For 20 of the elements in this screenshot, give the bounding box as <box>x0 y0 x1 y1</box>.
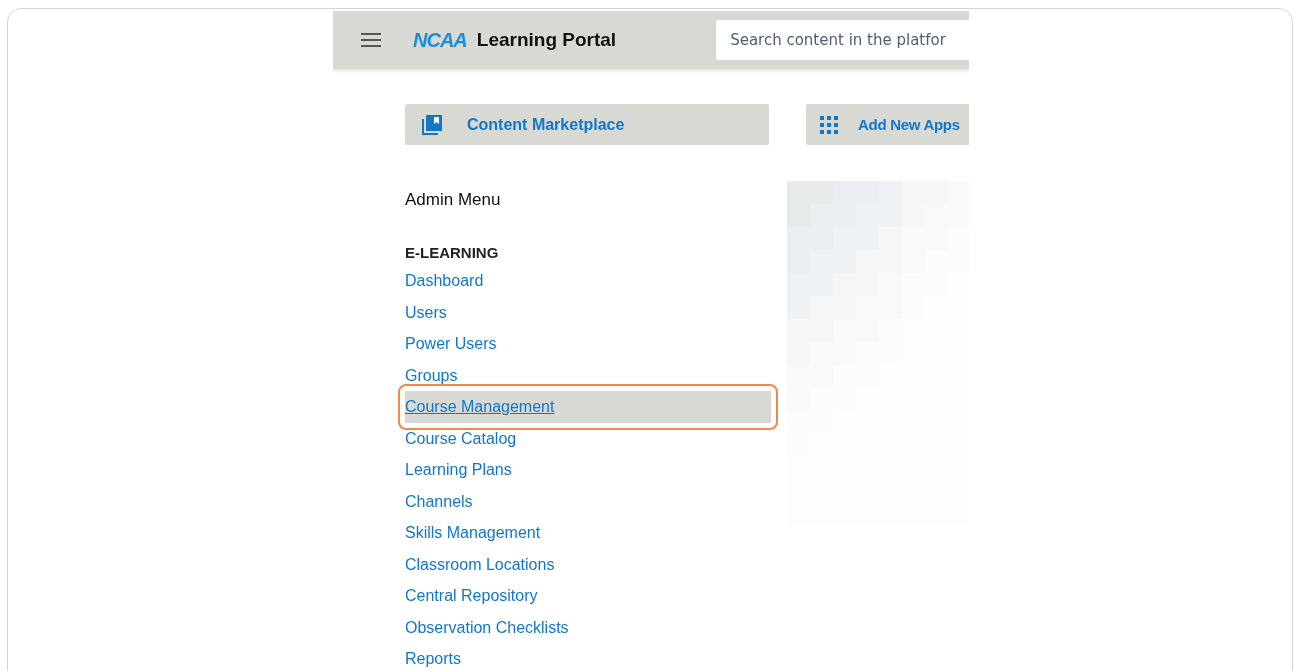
menu-link[interactable]: Classroom Locations <box>399 548 777 580</box>
menu-link[interactable]: Dashboard <box>399 265 777 297</box>
menu-link[interactable]: Course Management <box>405 391 771 423</box>
menu-link[interactable]: Central Repository <box>399 580 777 612</box>
action-button[interactable]: Add New Apps <box>806 104 969 145</box>
menu-link[interactable]: Power Users <box>399 328 777 360</box>
action-button[interactable]: Content Marketplace <box>405 104 769 145</box>
search-field[interactable]: Search content in the platfor <box>716 20 969 60</box>
menu-heading: Admin Menu <box>405 190 502 210</box>
menu-link[interactable]: Users <box>399 296 777 328</box>
section-heading: E-LEARNING <box>405 244 500 261</box>
menu-link[interactable]: Skills Management <box>399 517 777 549</box>
logo[interactable]: NCAA <box>413 28 467 52</box>
menu-link[interactable]: Course Catalog <box>399 422 777 454</box>
menu-link[interactable]: Reports <box>399 643 777 671</box>
menu-link[interactable]: Learning Plans <box>399 454 777 486</box>
menu-link[interactable]: Observation Checklists <box>399 611 777 643</box>
portal-title: Learning Portal <box>476 29 617 51</box>
menu-link[interactable]: Channels <box>399 485 777 517</box>
menu-link[interactable]: Groups <box>399 359 777 391</box>
